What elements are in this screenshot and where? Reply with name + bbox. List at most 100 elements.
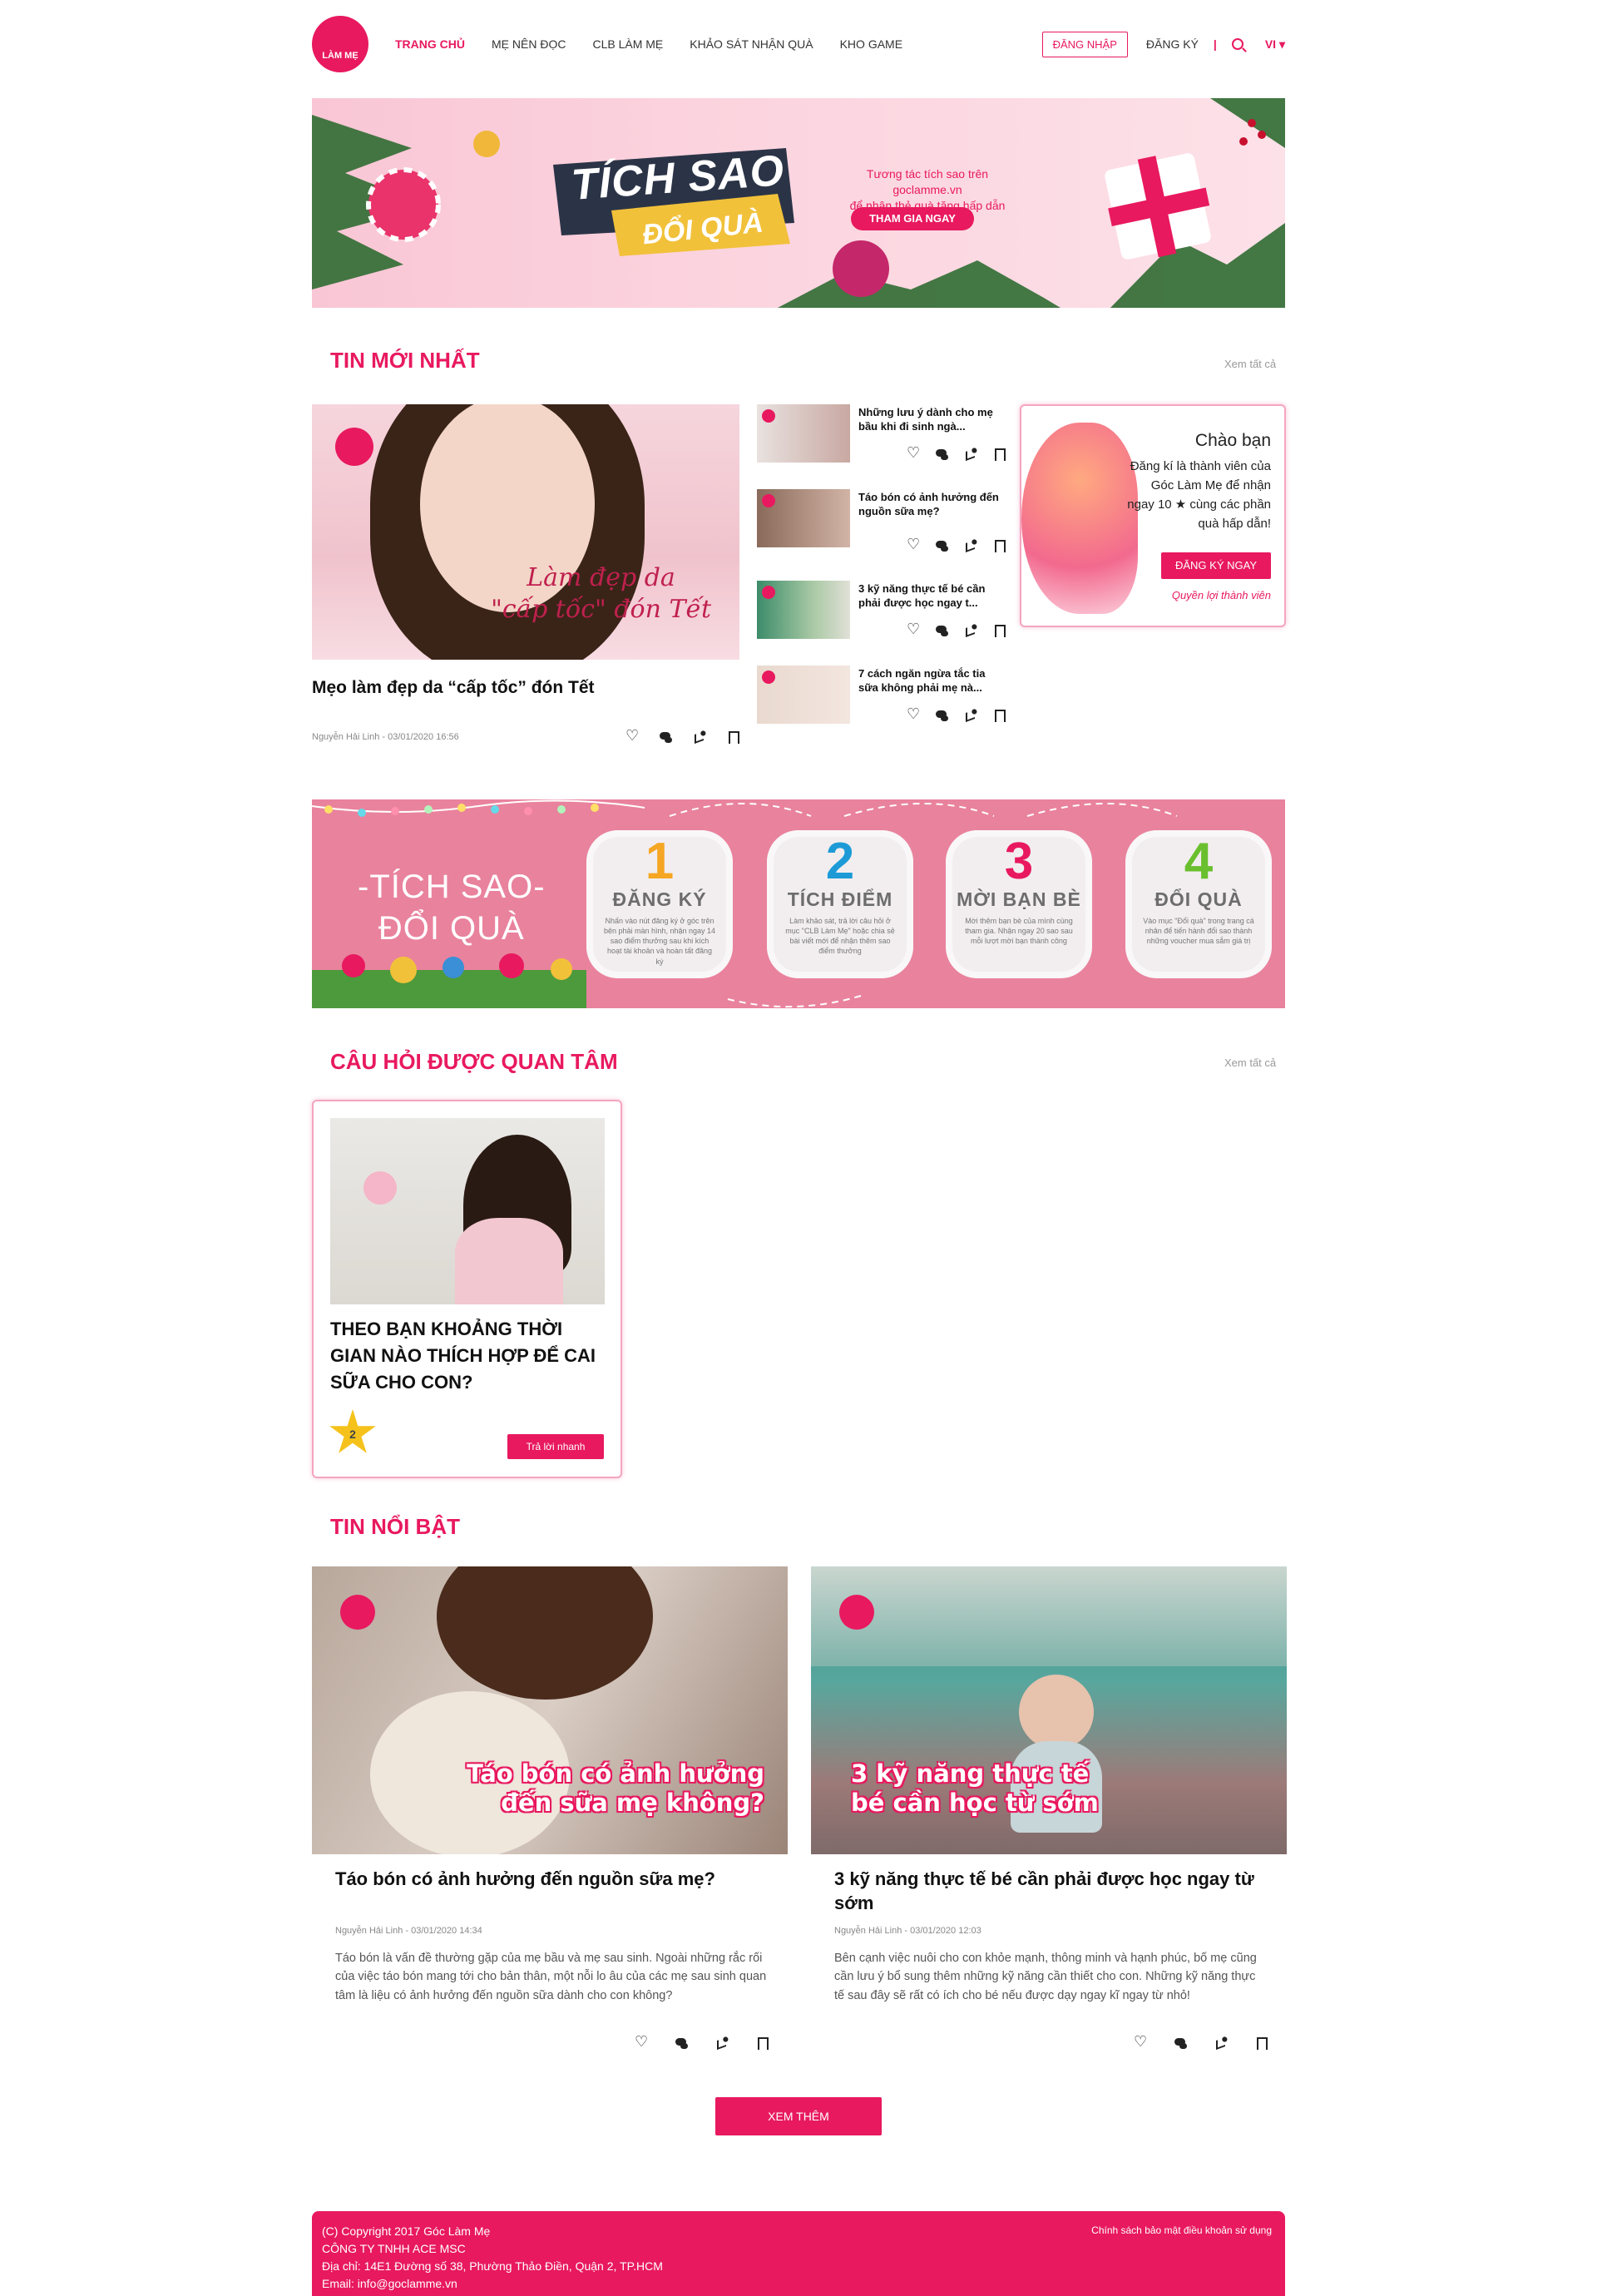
article-title[interactable]: Táo bón có ảnh hưởng đến nguồn sữa mẹ? [335,1868,776,1892]
heart-icon[interactable] [1134,2033,1149,2051]
banner1-subtitle-line1: Tương tác tích sao trên goclamme.vn [866,167,989,196]
promo-banner-star-gifts[interactable]: TÍCH SAO ĐỔI QUÀ Tương tác tích sao trên… [312,98,1285,308]
feature-caption: Làm đẹp da "cấp tốc" đón Tết [491,562,711,625]
step-redeem-gift: 4 ĐỔI QUÀ Vào mục "Đổi quà" trong trang … [1125,830,1272,978]
logo-icon [762,494,775,507]
join-now-button[interactable]: THAM GIA NGAY [851,207,974,230]
register-now-button[interactable]: ĐĂNG KÝ NGAY [1161,552,1271,579]
share-icon[interactable] [1214,2036,1229,2050]
share-icon[interactable] [692,730,707,744]
footer-company: CÔNG TY TNHH ACE MSC [322,2242,466,2255]
nav-home[interactable]: TRANG CHỦ [395,37,465,51]
welcome-text: Chào bạn Đăng kí là thành viên của Góc L… [1113,428,1271,534]
overlay-line2: đến sữa mẹ không? [501,1788,764,1817]
overlay-line1: Táo bón có ảnh hưởng [467,1759,764,1788]
banner-decoration [312,98,1285,308]
question-image [330,1118,605,1304]
heart-icon[interactable] [625,727,640,745]
share-icon[interactable] [963,448,978,461]
welcome-text-line3: ngay 10 ★ cùng các phần [1127,497,1271,512]
comment-icon[interactable] [659,730,674,744]
feature-article-image[interactable]: Làm đẹp da "cấp tốc" đón Tết [312,404,739,660]
step-number: 1 [645,833,675,890]
comment-icon[interactable] [935,448,950,461]
header-separator: | [1213,37,1217,51]
bookmark-icon[interactable] [754,2036,769,2050]
list-item-title: Táo bón có ảnh hưởng đến nguồn sữa mẹ? [858,491,999,517]
step-description: Vào mục "Đổi quà" trong trang cá nhân để… [1143,917,1254,946]
comment-icon[interactable] [935,539,950,552]
bookmark-icon[interactable] [991,624,1006,637]
heart-icon[interactable] [907,621,922,638]
bookmark-icon[interactable] [991,709,1006,722]
article-meta: Nguyễn Hải Linh - 03/01/2020 14:34 [335,1926,482,1936]
heart-icon[interactable] [907,444,922,462]
search-icon[interactable] [1231,38,1243,50]
outstanding-article-image: Táo bón có ảnh hưởng đến sữa mẹ không? [312,1566,788,1854]
mother-hair-shape [437,1566,653,1700]
list-item-title: 3 kỹ năng thực tế bé cần phải được học n… [858,582,986,609]
list-item-thumbnail [757,666,850,724]
questions-see-all-link[interactable]: Xem tất cả [1224,1056,1276,1069]
comment-icon[interactable] [935,709,950,722]
member-benefits-link[interactable]: Quyền lợi thành viên [1172,589,1271,601]
site-header: LÀM MẸ TRANG CHỦ MẸ NÊN ĐỌC CLB LÀM MẸ K… [312,15,1285,73]
register-link[interactable]: ĐĂNG KÝ [1146,37,1199,51]
step-description: Nhấn vào nút đăng ký ở góc trên bên phải… [603,917,716,966]
comment-icon[interactable] [1174,2036,1189,2050]
share-icon[interactable] [963,709,978,722]
bookmark-icon[interactable] [991,448,1006,461]
bookmark-icon[interactable] [1253,2036,1268,2050]
nav-must-read[interactable]: MẸ NÊN ĐỌC [492,37,566,51]
list-item-actions [907,705,1006,723]
quick-answer-button[interactable]: Trả lời nhanh [507,1434,604,1459]
step-label: MỜI BẠN BÈ [957,888,1081,910]
latest-see-all-link[interactable]: Xem tất cả [1224,358,1276,370]
feature-actions [625,727,740,745]
list-item-title: 7 cách ngăn ngừa tắc tia sữa không phải … [858,667,986,694]
banner2-title-line2: ĐỔI QUÀ [378,910,525,947]
list-item[interactable]: Táo bón có ảnh hưởng đến nguồn sữa mẹ? [757,489,1006,556]
article-excerpt: Bên cạnh việc nuôi cho con khỏe mạnh, th… [834,1952,1257,2002]
question-card[interactable]: THEO BẠN KHOẢNG THỜI GIAN NÀO THÍCH HỢP … [312,1100,622,1478]
article-title[interactable]: 3 kỹ năng thực tế bé cần phải được học n… [834,1868,1275,1915]
heart-icon[interactable] [635,2033,650,2051]
header-actions: ĐĂNG NHẬP ĐĂNG KÝ | VI ▾ [1041,31,1285,57]
comment-icon[interactable] [675,2036,690,2050]
nav-game[interactable]: KHO GAME [840,37,902,51]
feature-article-title[interactable]: Mẹo làm đẹp da “cấp tốc” đón Tết [312,678,595,698]
load-more-button[interactable]: XEM THÊM [715,2097,882,2135]
welcome-card: Chào bạn Đăng kí là thành viên của Góc L… [1020,404,1286,627]
article-excerpt: Táo bón là vấn đề thường gặp của mẹ bầu … [335,1952,767,2002]
list-item[interactable]: 3 kỹ năng thực tế bé cần phải được học n… [757,581,1006,647]
step-register: 1 ĐĂNG KÝ Nhấn vào nút đăng ký ở góc trê… [586,830,733,978]
heart-icon[interactable] [907,536,922,553]
nav-mom-club[interactable]: CLB LÀM MẸ [592,37,663,51]
bookmark-icon[interactable] [991,539,1006,552]
list-item-actions [907,536,1006,553]
share-icon[interactable] [963,624,978,637]
list-item-thumbnail [757,489,850,547]
overlay-line2: bé cần học từ sớm [851,1788,1099,1817]
baby-blanket-shape [455,1218,563,1304]
step-number: 2 [825,833,855,890]
article-actions [1134,2033,1268,2051]
list-item[interactable]: Những lưu ý dành cho mẹ bầu khi đi sinh … [757,404,1006,471]
step-description: Làm khảo sát, trả lời câu hỏi ở mục "CLB… [785,917,895,956]
bookmark-icon[interactable] [725,730,740,744]
step-label: ĐĂNG KÝ [612,888,707,910]
footer-links[interactable]: Chính sách bảo mật điều khoản sử dụng [1091,2223,1272,2238]
list-item[interactable]: 7 cách ngăn ngừa tắc tia sữa không phải … [757,666,1006,732]
nav-survey-gifts[interactable]: KHẢO SÁT NHẬN QUÀ [690,37,813,51]
share-icon[interactable] [963,539,978,552]
step-invite-friends: 3 MỜI BẠN BÈ Mời thêm bạn bè của mình cù… [946,830,1092,978]
share-icon[interactable] [714,2036,729,2050]
comment-icon[interactable] [935,624,950,637]
heart-icon[interactable] [907,705,922,723]
language-selector[interactable]: VI ▾ [1265,37,1285,52]
site-logo[interactable]: LÀM MẸ [312,16,368,72]
image-overlay-text: Táo bón có ảnh hưởng đến sữa mẹ không? [467,1759,764,1818]
step-label: TÍCH ĐIỂM [787,888,893,910]
list-item-actions [907,444,1006,462]
login-button[interactable]: ĐĂNG NHẬP [1041,31,1128,57]
